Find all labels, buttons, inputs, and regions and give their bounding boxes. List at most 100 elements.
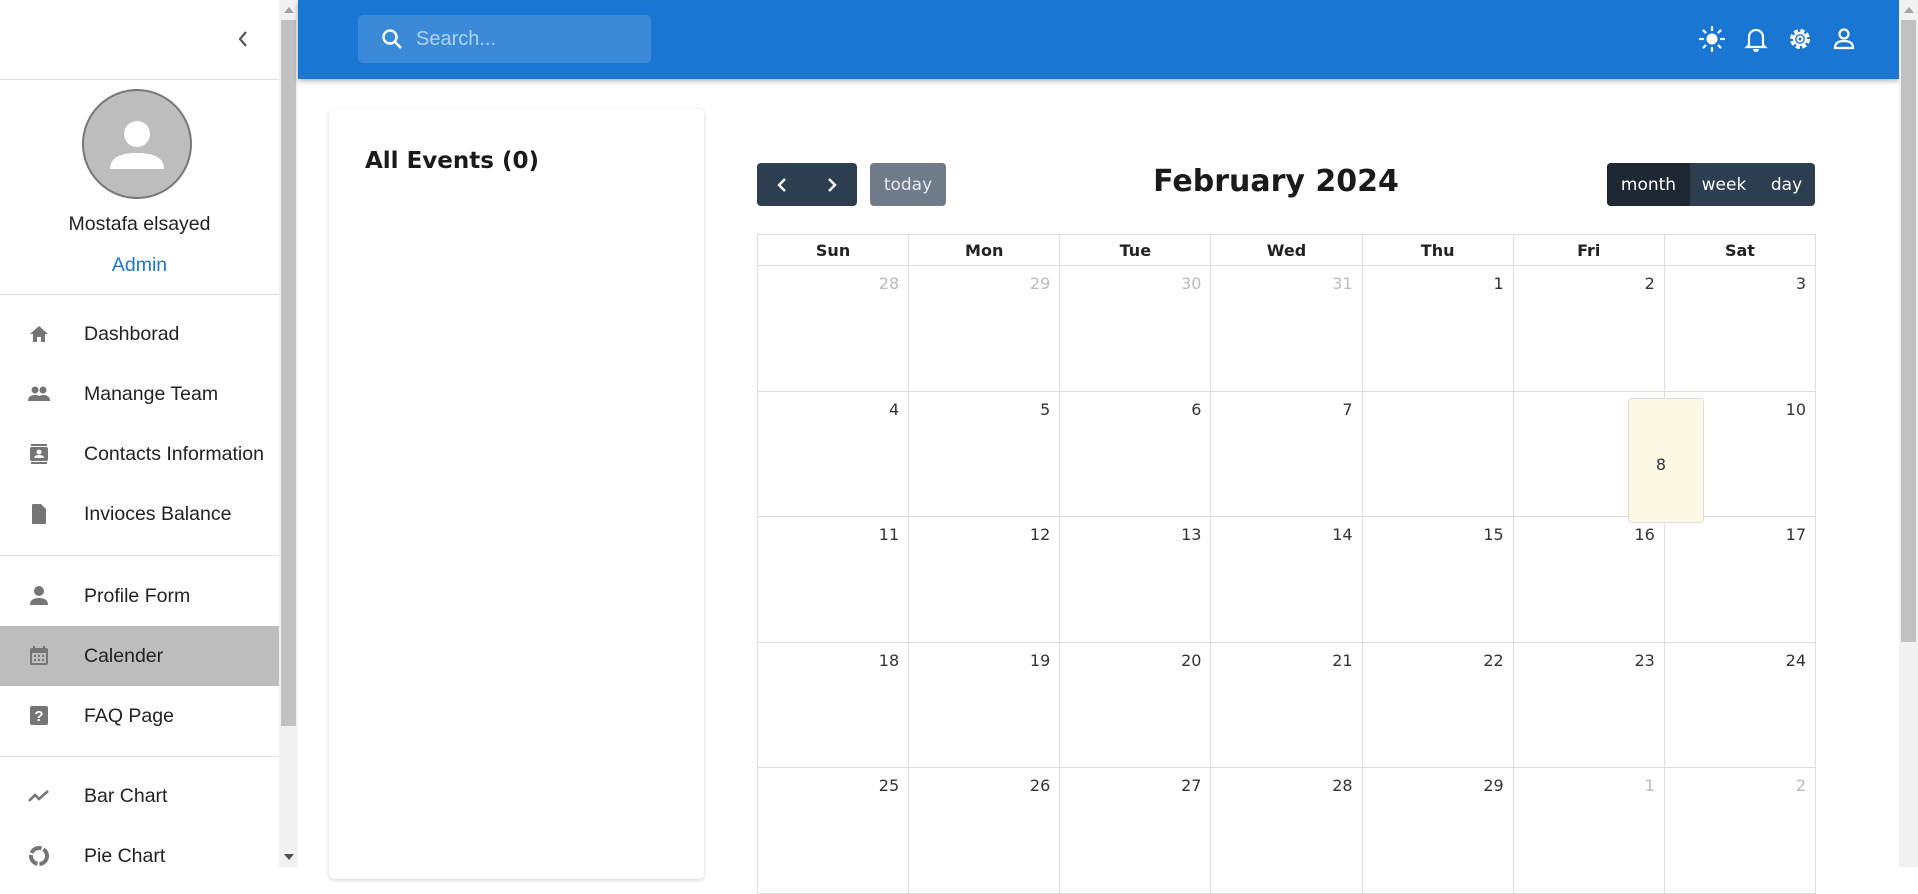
day-cell[interactable]: 23	[1512, 641, 1665, 768]
day-number[interactable]: 21	[1332, 651, 1352, 670]
day-number[interactable]: 6	[1191, 400, 1201, 419]
day-cell[interactable]: 31	[1210, 265, 1363, 392]
day-cell[interactable]: 16	[1512, 516, 1665, 643]
divider	[0, 555, 279, 556]
day-number[interactable]: 24	[1786, 651, 1806, 670]
day-number[interactable]: 22	[1483, 651, 1503, 670]
day-cell[interactable]: 3	[1663, 265, 1817, 392]
day-cell[interactable]: 26	[908, 767, 1061, 894]
day-cell[interactable]: 13	[1059, 516, 1212, 643]
view-day-button[interactable]: day	[1758, 163, 1815, 206]
day-cell[interactable]: 21	[1210, 641, 1363, 768]
day-number[interactable]: 18	[879, 651, 899, 670]
day-number[interactable]: 17	[1786, 525, 1806, 544]
search-input[interactable]	[416, 27, 636, 51]
day-cell[interactable]: 11	[756, 516, 910, 643]
day-number[interactable]: 3	[1796, 274, 1806, 293]
weekday-header: Wed	[1210, 234, 1363, 266]
sidebar-item-pie-chart[interactable]: Pie Chart	[0, 826, 279, 886]
day-number[interactable]: 29	[1483, 776, 1503, 795]
sidebar-item-profile-form[interactable]: Profile Form	[0, 566, 279, 626]
day-cell[interactable]: 18	[756, 641, 910, 768]
prev-button[interactable]	[757, 163, 807, 206]
day-cell[interactable]: 5	[908, 390, 1061, 517]
day-cell[interactable]: 29	[1361, 767, 1514, 894]
day-number[interactable]: 11	[879, 525, 899, 544]
day-cell[interactable]: 30	[1059, 265, 1212, 392]
day-number[interactable]: 26	[1030, 776, 1050, 795]
sidebar-item-label: Contacts Information	[84, 442, 264, 465]
sidebar-item-bar-chart[interactable]: Bar Chart	[0, 766, 279, 826]
day-number[interactable]: 10	[1786, 400, 1806, 419]
next-button[interactable]	[807, 163, 857, 206]
day-cell[interactable]: 28	[756, 265, 910, 392]
sidebar-item-label: Invioces Balance	[84, 502, 232, 525]
sidebar-item-manange-team[interactable]: Manange Team	[0, 364, 279, 424]
day-number[interactable]: 5	[1040, 400, 1050, 419]
day-cell[interactable]: 4	[756, 390, 910, 517]
page-scrollbar[interactable]	[1899, 0, 1918, 867]
sidebar-scrollbar[interactable]	[279, 0, 298, 867]
day-cell[interactable]: 8	[1627, 397, 1704, 523]
day-cell[interactable]: 1	[1512, 767, 1665, 894]
day-cell[interactable]: 12	[908, 516, 1061, 643]
day-number[interactable]: 2	[1645, 274, 1655, 293]
day-cell[interactable]: 17	[1663, 516, 1817, 643]
day-cell[interactable]: 28	[1210, 767, 1363, 894]
day-number[interactable]: 30	[1181, 274, 1201, 293]
week-row: 25 26 27 28 29 1 2	[756, 767, 1817, 894]
day-cell[interactable]: 7	[1210, 390, 1363, 517]
day-number[interactable]: 1	[1494, 274, 1504, 293]
day-number[interactable]: 15	[1483, 525, 1503, 544]
day-cell[interactable]: 27	[1059, 767, 1212, 894]
day-number[interactable]: 13	[1181, 525, 1201, 544]
search-box[interactable]	[358, 15, 651, 63]
day-number[interactable]: 4	[889, 400, 899, 419]
day-cell[interactable]: 14	[1210, 516, 1363, 643]
day-cell[interactable]: 24	[1663, 641, 1817, 768]
day-cell[interactable]: 6	[1059, 390, 1212, 517]
day-cell[interactable]: 29	[908, 265, 1061, 392]
day-number[interactable]: 28	[1332, 776, 1352, 795]
day-number[interactable]: 2	[1796, 776, 1806, 795]
day-cell[interactable]: 2	[1663, 767, 1817, 894]
sidebar-item-invioces-balance[interactable]: Invioces Balance	[0, 484, 279, 544]
view-week-button[interactable]: week	[1690, 163, 1758, 206]
day-cell[interactable]: 15	[1361, 516, 1514, 643]
user-name: Mostafa elsayed	[68, 213, 211, 235]
day-number[interactable]: 27	[1181, 776, 1201, 795]
settings-icon[interactable]	[1785, 22, 1815, 56]
sidebar-item-calender[interactable]: Calender	[0, 626, 279, 686]
day-number[interactable]: 25	[879, 776, 899, 795]
day-number[interactable]: 29	[1030, 274, 1050, 293]
day-number[interactable]: 8	[1656, 455, 1666, 474]
day-number[interactable]: 19	[1030, 651, 1050, 670]
view-month-button[interactable]: month	[1607, 163, 1690, 206]
today-button[interactable]: today	[870, 163, 946, 206]
calendar-title: February 2024	[1153, 164, 1399, 199]
day-number[interactable]: 31	[1332, 274, 1352, 293]
notifications-icon[interactable]	[1741, 22, 1771, 56]
help-icon: ?	[24, 701, 54, 731]
sidebar-item-contacts-information[interactable]: Contacts Information	[0, 424, 279, 484]
day-number[interactable]: 23	[1634, 651, 1654, 670]
collapse-sidebar-button[interactable]	[230, 26, 256, 52]
profile-icon[interactable]	[1829, 22, 1859, 56]
light-mode-icon[interactable]	[1697, 22, 1727, 56]
day-number[interactable]: 7	[1342, 400, 1352, 419]
day-cell[interactable]: 22	[1361, 641, 1514, 768]
day-cell[interactable]: 2	[1512, 265, 1665, 392]
day-number[interactable]: 20	[1181, 651, 1201, 670]
day-cell[interactable]: 1	[1361, 265, 1514, 392]
day-cell[interactable]: 25	[756, 767, 910, 894]
day-cell[interactable]: 19	[908, 641, 1061, 768]
avatar	[82, 89, 192, 199]
day-number[interactable]: 12	[1030, 525, 1050, 544]
day-number[interactable]: 14	[1332, 525, 1352, 544]
day-number[interactable]: 28	[879, 274, 899, 293]
day-cell[interactable]: 20	[1059, 641, 1212, 768]
day-number[interactable]: 16	[1634, 525, 1654, 544]
sidebar-item-faq-page[interactable]: ? FAQ Page	[0, 686, 279, 746]
sidebar-item-dashborad[interactable]: Dashborad	[0, 304, 279, 364]
day-number[interactable]: 1	[1645, 776, 1655, 795]
